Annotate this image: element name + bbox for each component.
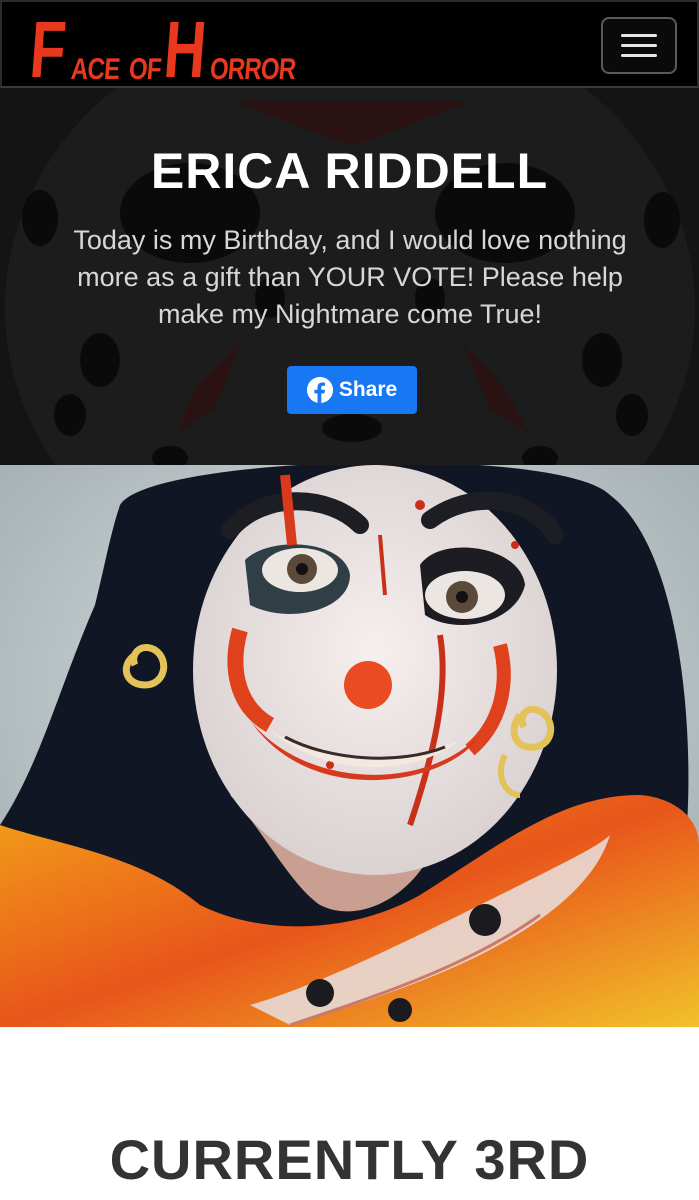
- share-button-label: Share: [338, 378, 398, 401]
- contestant-image: [0, 465, 699, 1027]
- menu-toggle-button[interactable]: [601, 17, 677, 74]
- hamburger-menu-icon-line: [621, 54, 657, 57]
- logo-word-ace: ACE: [69, 53, 121, 86]
- top-navbar: F ACE OF H ORROR: [0, 0, 699, 94]
- hamburger-menu-icon: [621, 34, 657, 37]
- contestant-name: ERICA RIDDELL: [150, 143, 549, 199]
- logo-word-orror: ORROR: [208, 53, 297, 86]
- contestant-message: Today is my Birthday, and I would love n…: [73, 225, 627, 329]
- logo-word-of: OF: [127, 53, 163, 86]
- current-rank: CURRENTLY 3RD: [109, 1128, 590, 1191]
- logo-letter-f: F: [27, 5, 69, 94]
- facebook-share-button[interactable]: Share: [287, 366, 417, 414]
- hamburger-menu-icon-line: [621, 44, 657, 47]
- hero-section: ERICA RIDDELL Today is my Birthday, and …: [0, 88, 699, 465]
- facebook-icon: [306, 377, 333, 403]
- contestant-photo: [0, 465, 699, 1027]
- site-logo[interactable]: F ACE OF H ORROR: [27, 2, 315, 94]
- logo-letter-h: H: [160, 5, 209, 94]
